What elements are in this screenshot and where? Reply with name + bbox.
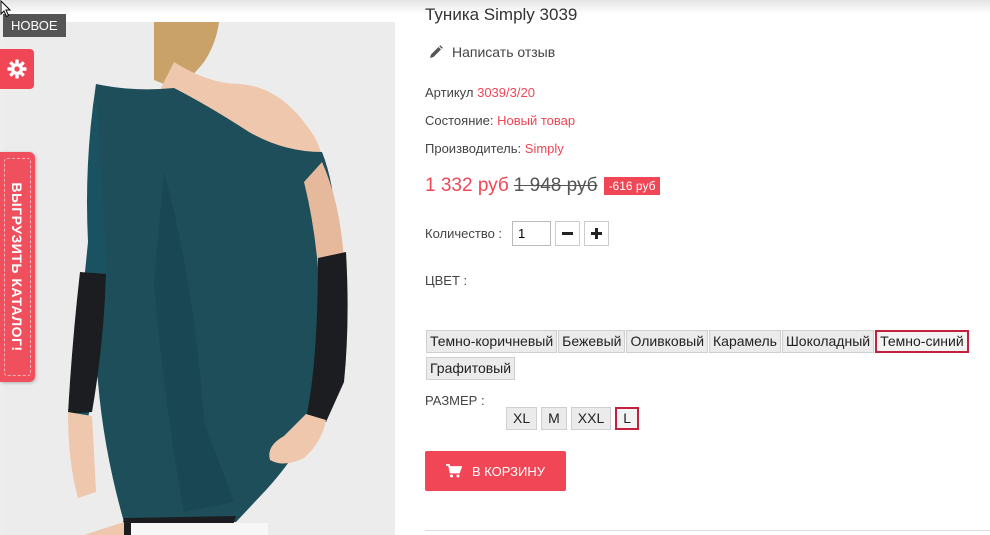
condition-label: Состояние: [425, 113, 494, 128]
size-option[interactable]: XXL [570, 407, 612, 430]
color-option-selected[interactable]: Темно-синий [875, 330, 969, 353]
condition-row: Состояние: Новый товар [425, 113, 575, 128]
color-option[interactable]: Карамель [709, 330, 781, 353]
color-options: Темно-коричневый Бежевый Оливковый Карамель… [426, 330, 986, 384]
article-label: Артикул [425, 85, 474, 100]
size-option-selected[interactable]: L [615, 407, 640, 430]
quantity-label: Количество : [425, 226, 503, 241]
product-photo [68, 22, 348, 535]
product-title: Туника Simply 3039 [425, 5, 578, 24]
manufacturer-label: Производитель: [425, 141, 522, 156]
quantity-decrease-button[interactable] [555, 221, 581, 246]
quantity-input[interactable] [512, 221, 552, 246]
write-review-link[interactable]: Написать отзыв [429, 44, 555, 60]
product-image[interactable] [4, 22, 395, 535]
write-review-label: Написать отзыв [452, 44, 556, 60]
mouse-cursor-icon [0, 0, 12, 18]
color-option[interactable]: Графитовый [426, 357, 516, 380]
size-options: XL M XXL L [506, 407, 643, 434]
manufacturer-row: Производитель: Simply [425, 141, 564, 156]
price-row: 1 332 руб 1 948 руб -616 руб [425, 175, 661, 197]
add-to-cart-label: В КОРЗИНУ [471, 463, 546, 479]
catalog-tab-label: ВЫГРУЗИТЬ КАТАЛОГ! [9, 182, 25, 352]
discount-badge: -616 руб [603, 177, 661, 195]
minus-icon [562, 232, 574, 235]
color-option[interactable]: Бежевый [558, 330, 626, 353]
article-value: 3039/3/20 [477, 85, 535, 100]
quantity-increase-button[interactable] [584, 221, 610, 246]
download-catalog-tab[interactable]: ВЫГРУЗИТЬ КАТАЛОГ! [0, 152, 35, 382]
add-to-cart-button[interactable]: В КОРЗИНУ [425, 451, 566, 491]
color-option[interactable]: Шоколадный [781, 330, 875, 353]
gear-icon [7, 59, 27, 79]
color-option[interactable]: Оливковый [626, 330, 709, 353]
size-option[interactable]: XL [506, 407, 538, 430]
plus-icon [591, 228, 603, 239]
article-row: Артикул 3039/3/20 [425, 85, 535, 100]
cart-icon [445, 464, 462, 478]
color-label: ЦВЕТ : [425, 273, 468, 288]
pencil-icon [430, 45, 443, 58]
new-badge: НОВОЕ [3, 14, 66, 37]
size-option[interactable]: M [541, 407, 567, 430]
price-old: 1 948 руб [513, 175, 598, 196]
color-option[interactable]: Темно-коричневый [426, 330, 558, 353]
manufacturer-link[interactable]: Simply [525, 141, 564, 156]
divider [425, 530, 990, 531]
condition-value: Новый товар [497, 113, 576, 128]
thumbnail-strip[interactable] [131, 523, 268, 535]
quantity-row: Количество : [425, 221, 610, 246]
price-current: 1 332 руб [425, 175, 509, 196]
settings-button[interactable] [0, 49, 34, 89]
size-label: РАЗМЕР : [425, 393, 485, 408]
